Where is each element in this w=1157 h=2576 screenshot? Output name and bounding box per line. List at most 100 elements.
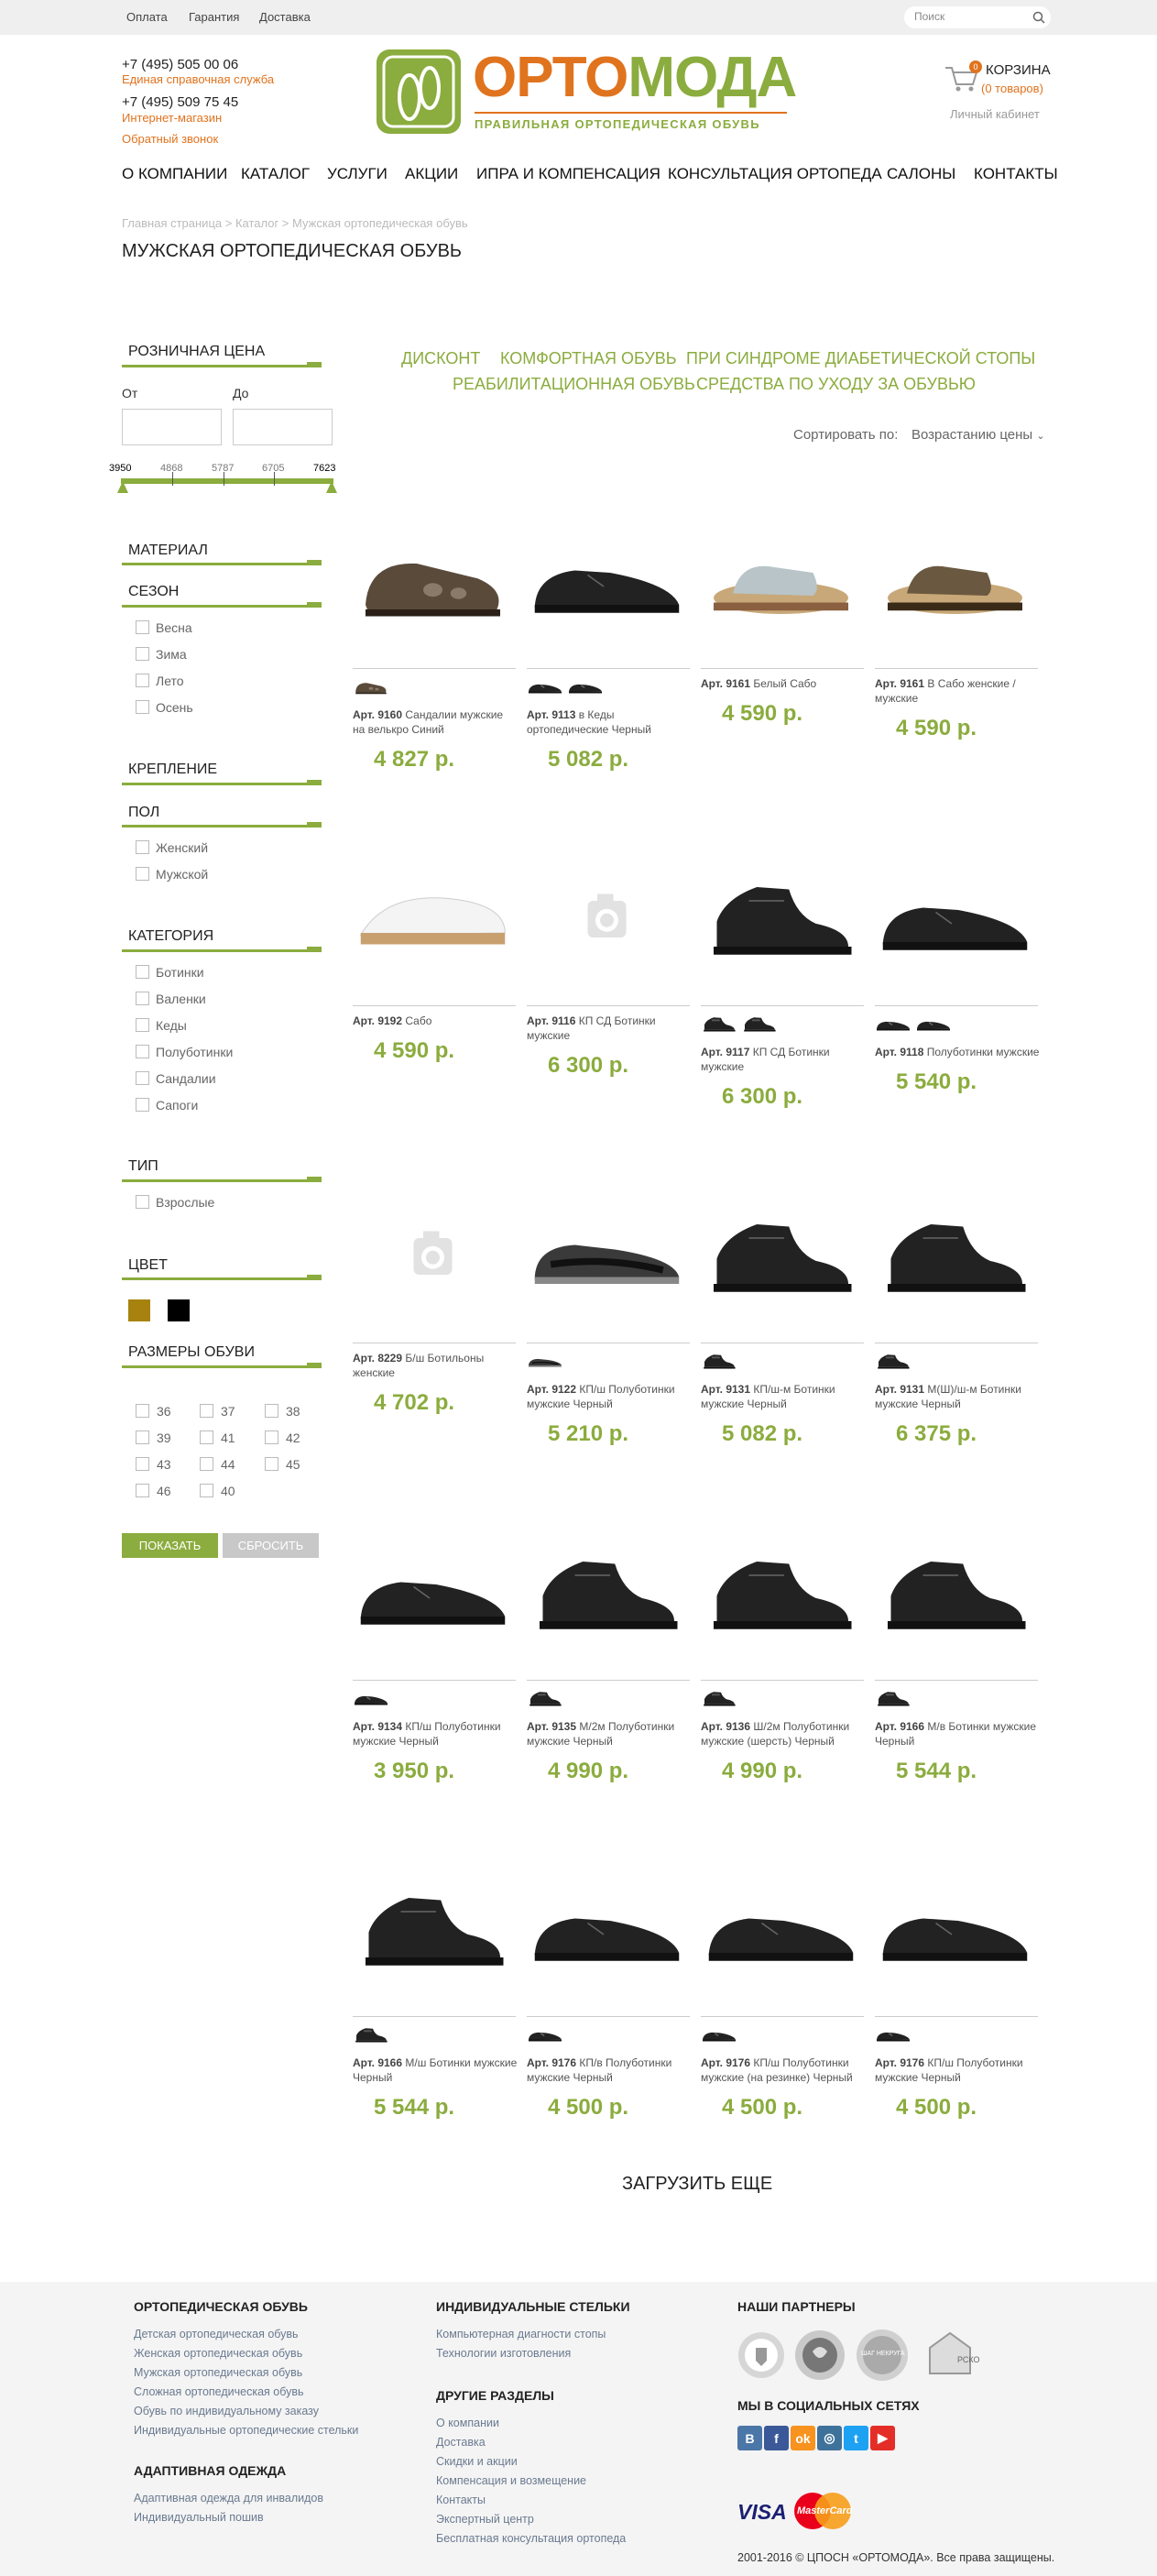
product-description[interactable]: Арт. 9113 в Кеды ортопедические Черный <box>527 707 692 737</box>
footer-link[interactable]: Сложная ортопедическая обувь <box>134 2385 304 2398</box>
boot-black-icon[interactable] <box>875 1201 1035 1316</box>
shoe-black-icon[interactable] <box>875 1875 1035 1990</box>
nav-consultation[interactable]: КОНСУЛЬТАЦИЯ ОРТОПЕДА <box>668 165 882 183</box>
footer-link[interactable]: О компании <box>436 2417 499 2429</box>
checkbox-category-boots[interactable] <box>136 965 149 979</box>
footer-link[interactable]: Компенсация и возмещение <box>436 2474 586 2487</box>
nav-salons[interactable]: САЛОНЫ <box>887 165 955 183</box>
variant-thumbnail[interactable] <box>875 1687 911 1711</box>
vk-icon[interactable]: В <box>737 2426 762 2450</box>
variant-thumbnail[interactable] <box>527 1687 563 1711</box>
checkbox-gender-male[interactable] <box>136 867 149 881</box>
variant-thumbnail[interactable] <box>875 2023 911 2047</box>
boot-black-icon[interactable] <box>701 864 861 979</box>
footer-link[interactable]: Индивидуальные ортопедические стельки <box>134 2424 358 2437</box>
product-description[interactable]: Арт. 9131 М(Ш)/ш-м Ботинки мужские Черны… <box>875 1382 1040 1411</box>
slider-min-handle[interactable] <box>117 481 128 493</box>
checkbox-size[interactable] <box>265 1457 278 1471</box>
topbar-link-warranty[interactable]: Гарантия <box>189 10 239 24</box>
variant-thumbnail[interactable] <box>353 2023 389 2047</box>
product-description[interactable]: Арт. 9131 КП/ш-м Ботинки мужские Черный <box>701 1382 866 1411</box>
product-description[interactable]: Арт. 9176 КП/ш Полуботинки мужские (на р… <box>701 2055 866 2085</box>
nav-promotions[interactable]: АКЦИИ <box>405 165 458 183</box>
footer-link[interactable]: Экспертный центр <box>436 2513 534 2526</box>
price-to-input[interactable] <box>233 409 333 445</box>
show-button[interactable]: ПОКАЗАТЬ <box>122 1533 218 1558</box>
account-link[interactable]: Личный кабинет <box>950 107 1040 121</box>
product-description[interactable]: Арт. 9176 КП/ш Полуботинки мужские Черны… <box>875 2055 1040 2085</box>
sandal-brown-icon[interactable] <box>353 527 513 641</box>
slider-max-handle[interactable] <box>326 481 337 493</box>
filter-season-title[interactable]: СЕЗОН <box>128 584 179 600</box>
shoe-black-icon[interactable] <box>527 527 687 641</box>
checkbox-size[interactable] <box>200 1484 213 1497</box>
phone-shop[interactable]: +7 (495) 509 75 45 <box>122 94 238 110</box>
product-description[interactable]: Арт. 9176 КП/в Полуботинки мужские Черны… <box>527 2055 692 2085</box>
variant-thumbnail[interactable] <box>567 675 604 699</box>
checkbox-category-valenki[interactable] <box>136 992 149 1005</box>
product-description[interactable]: Арт. 9118 Полуботинки мужские <box>875 1045 1040 1059</box>
clog-white-icon[interactable] <box>701 527 861 641</box>
filter-color-title[interactable]: ЦВЕТ <box>128 1257 168 1274</box>
variant-thumbnail[interactable] <box>527 675 563 699</box>
shoe-black-icon[interactable] <box>527 1875 687 1990</box>
product-description[interactable]: Арт. 8229 Б/ш Ботильоны женские <box>353 1351 518 1380</box>
load-more-button[interactable]: ЗАГРУЗИТЬ ЕЩЕ <box>622 2174 772 2195</box>
product-description[interactable]: Арт. 9161 В Сабо женские / мужские <box>875 676 1040 706</box>
variant-thumbnail[interactable] <box>701 2023 737 2047</box>
youtube-icon[interactable]: ▶ <box>870 2426 895 2450</box>
camera-placeholder-icon[interactable] <box>353 1201 513 1316</box>
instagram-icon[interactable]: ◎ <box>817 2426 842 2450</box>
camera-placeholder-icon[interactable] <box>527 864 687 979</box>
clog-brown-icon[interactable] <box>875 527 1035 641</box>
checkbox-category-high-boots[interactable] <box>136 1098 149 1112</box>
product-description[interactable]: Арт. 9136 Ш/2м Полуботинки мужские (шерс… <box>701 1719 866 1748</box>
checkbox-gender-female[interactable] <box>136 840 149 854</box>
checkbox-season-winter[interactable] <box>136 647 149 661</box>
clog-perforated-icon[interactable] <box>353 864 513 979</box>
category-link-diabetic[interactable]: ПРИ СИНДРОМЕ ДИАБЕТИЧЕСКОЙ СТОПЫ <box>686 349 1035 368</box>
variant-thumbnail[interactable] <box>701 1687 737 1711</box>
footer-link[interactable]: Адаптивная одежда для инвалидов <box>134 2492 323 2505</box>
product-description[interactable]: Арт. 9116 КП СД Ботинки мужские <box>527 1014 692 1043</box>
filter-type-title[interactable]: ТИП <box>128 1158 158 1175</box>
product-description[interactable]: Арт. 9134 КП/ш Полуботинки мужские Черны… <box>353 1719 518 1748</box>
category-link-rehab[interactable]: РЕАБИЛИТАЦИОННАЯ ОБУВЬ <box>453 375 695 394</box>
callback-link[interactable]: Обратный звонок <box>122 132 218 146</box>
footer-link[interactable]: Бесплатная консультация ортопеда <box>436 2532 626 2545</box>
checkbox-size[interactable] <box>200 1404 213 1418</box>
shoe-black-icon[interactable] <box>701 1875 861 1990</box>
price-from-input[interactable] <box>122 409 222 445</box>
filter-gender-title[interactable]: ПОЛ <box>128 805 159 821</box>
variant-thumbnail[interactable] <box>741 1013 778 1036</box>
product-description[interactable]: Арт. 9160 Сандалии мужские на велькро Си… <box>353 707 518 737</box>
variant-thumbnail[interactable] <box>701 1350 737 1374</box>
topbar-link-delivery[interactable]: Доставка <box>259 10 311 24</box>
product-description[interactable]: Арт. 9161 Белый Сабо <box>701 676 866 691</box>
nav-contacts[interactable]: КОНТАКТЫ <box>974 165 1058 183</box>
footer-link[interactable]: Скидки и акции <box>436 2455 518 2468</box>
checkbox-size[interactable] <box>136 1431 149 1444</box>
sort-dropdown[interactable]: Возрастанию цены ⌄ <box>911 427 1045 443</box>
boot-black-icon[interactable] <box>527 1539 687 1653</box>
filter-fastening-title[interactable]: КРЕПЛЕНИЕ <box>128 762 217 778</box>
breadcrumb[interactable]: Главная страница > Каталог > Мужская орт… <box>122 216 468 230</box>
variant-thumbnail[interactable] <box>701 1013 737 1036</box>
footer-link[interactable]: Индивидуальный пошив <box>134 2511 264 2524</box>
sneaker-black-icon[interactable] <box>527 1201 687 1316</box>
boot-black-icon[interactable] <box>701 1201 861 1316</box>
twitter-icon[interactable]: t <box>844 2426 868 2450</box>
product-description[interactable]: Арт. 9122 КП/ш Полуботинки мужские Черны… <box>527 1382 692 1411</box>
category-link-discount[interactable]: ДИСКОНТ <box>401 349 480 368</box>
checkbox-size[interactable] <box>136 1404 149 1418</box>
cart-label[interactable]: КОРЗИНА <box>986 62 1051 78</box>
footer-link[interactable]: Обувь по индивидуальному заказу <box>134 2405 319 2417</box>
variant-thumbnail[interactable] <box>353 1687 389 1711</box>
search-icon[interactable] <box>1032 11 1045 24</box>
product-description[interactable]: Арт. 9117 КП СД Ботинки мужские <box>701 1045 866 1074</box>
checkbox-category-halfboots[interactable] <box>136 1045 149 1058</box>
filter-material-title[interactable]: МАТЕРИАЛ <box>128 543 208 559</box>
product-description[interactable]: Арт. 9192 Сабо <box>353 1014 518 1028</box>
variant-thumbnail[interactable] <box>353 675 389 699</box>
footer-link[interactable]: Детская ортопедическая обувь <box>134 2328 299 2340</box>
